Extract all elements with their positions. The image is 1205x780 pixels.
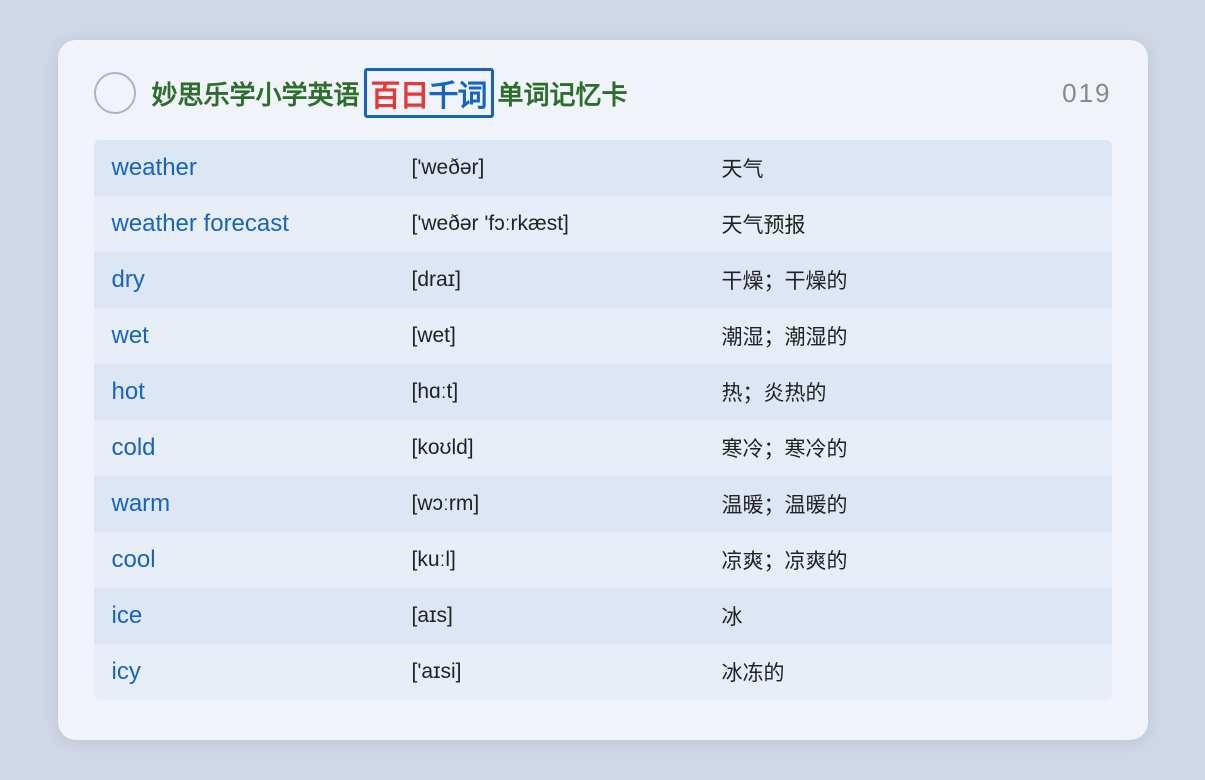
phonetic-cell: [koʊld] bbox=[394, 420, 704, 476]
meaning-cell: 寒冷；寒冷的 bbox=[704, 420, 1112, 476]
meaning-cell: 潮湿；潮湿的 bbox=[704, 308, 1112, 364]
card-number: 019 bbox=[1062, 78, 1111, 109]
meaning-cell: 冰冻的 bbox=[704, 644, 1112, 700]
phonetic-cell: ['weðər] bbox=[394, 140, 704, 196]
meaning-cell: 温暖；温暖的 bbox=[704, 476, 1112, 532]
table-row: warm[wɔːrm]温暖；温暖的 bbox=[94, 476, 1112, 532]
word-cell: weather bbox=[94, 140, 394, 196]
vocab-table: weather['weðər]天气weather forecast['weðər… bbox=[94, 140, 1112, 700]
brand-logo: 百日千词 bbox=[364, 68, 494, 118]
word-cell: wet bbox=[94, 308, 394, 364]
word-cell: cool bbox=[94, 532, 394, 588]
flashcard: 妙思乐学小学英语 百日千词 单词记忆卡 019 weather['weðər]天… bbox=[58, 40, 1148, 740]
phonetic-cell: [aɪs] bbox=[394, 588, 704, 644]
table-row: wet[wet]潮湿；潮湿的 bbox=[94, 308, 1112, 364]
card-header: 妙思乐学小学英语 百日千词 单词记忆卡 019 bbox=[94, 68, 1112, 118]
title-before: 妙思乐学小学英语 bbox=[152, 75, 360, 112]
title-after: 单词记忆卡 bbox=[498, 75, 628, 112]
phonetic-cell: ['weðər 'fɔːrkæst] bbox=[394, 196, 704, 252]
meaning-cell: 天气预报 bbox=[704, 196, 1112, 252]
phonetic-cell: [kuːl] bbox=[394, 532, 704, 588]
header-title: 妙思乐学小学英语 百日千词 单词记忆卡 bbox=[152, 68, 1047, 118]
table-row: cool[kuːl]凉爽；凉爽的 bbox=[94, 532, 1112, 588]
table-row: weather['weðər]天气 bbox=[94, 140, 1112, 196]
table-row: ice[aɪs]冰 bbox=[94, 588, 1112, 644]
word-cell: weather forecast bbox=[94, 196, 394, 252]
word-cell: icy bbox=[94, 644, 394, 700]
phonetic-cell: [wet] bbox=[394, 308, 704, 364]
phonetic-cell: [draɪ] bbox=[394, 252, 704, 308]
meaning-cell: 热；炎热的 bbox=[704, 364, 1112, 420]
table-row: dry[draɪ]干燥；干燥的 bbox=[94, 252, 1112, 308]
phonetic-cell: [wɔːrm] bbox=[394, 476, 704, 532]
word-cell: cold bbox=[94, 420, 394, 476]
circle-icon bbox=[94, 72, 136, 114]
table-row: icy['aɪsi]冰冻的 bbox=[94, 644, 1112, 700]
meaning-cell: 干燥；干燥的 bbox=[704, 252, 1112, 308]
meaning-cell: 冰 bbox=[704, 588, 1112, 644]
phonetic-cell: [hɑːt] bbox=[394, 364, 704, 420]
meaning-cell: 凉爽；凉爽的 bbox=[704, 532, 1112, 588]
meaning-cell: 天气 bbox=[704, 140, 1112, 196]
word-cell: ice bbox=[94, 588, 394, 644]
word-cell: warm bbox=[94, 476, 394, 532]
table-row: weather forecast['weðər 'fɔːrkæst]天气预报 bbox=[94, 196, 1112, 252]
phonetic-cell: ['aɪsi] bbox=[394, 644, 704, 700]
word-cell: dry bbox=[94, 252, 394, 308]
table-row: cold[koʊld]寒冷；寒冷的 bbox=[94, 420, 1112, 476]
table-row: hot[hɑːt]热；炎热的 bbox=[94, 364, 1112, 420]
word-cell: hot bbox=[94, 364, 394, 420]
